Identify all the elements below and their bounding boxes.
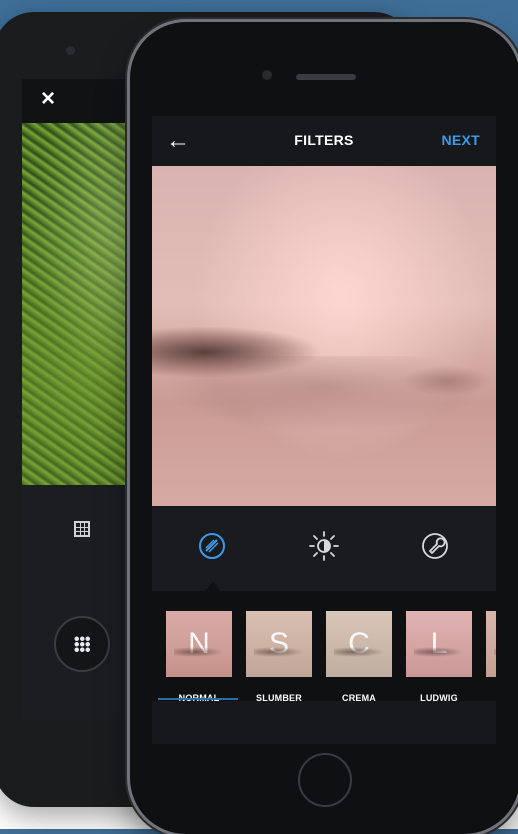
filter-thumbnail: L (406, 611, 472, 677)
tool-selection-pointer (206, 581, 220, 591)
sun-icon (309, 531, 339, 561)
iphone: ← FILTERS NEXT N S SLUMBER C CREMA L LUD… (130, 22, 518, 834)
filter-thumbnail: N (166, 611, 232, 677)
adjust-tool-button[interactable] (415, 526, 455, 566)
filter-thumbnail: C (326, 611, 392, 677)
filter-thumbnail: S (246, 611, 312, 677)
lux-tool-button[interactable] (304, 526, 344, 566)
filter-icon (199, 533, 225, 559)
close-icon[interactable]: × (34, 85, 62, 113)
filter-strip: N NORMAL S SLUMBER C CREMA L LUDWIG (152, 591, 496, 703)
grid-icon[interactable] (74, 521, 90, 537)
editor-nav-bar: ← FILTERS NEXT (152, 116, 496, 166)
filter-item-slumber[interactable]: S SLUMBER (246, 611, 312, 703)
wrench-icon (422, 533, 448, 559)
app-drawer-icon (74, 636, 90, 652)
filter-item-partial[interactable] (486, 611, 496, 677)
android-camera (66, 46, 75, 55)
selected-filter-indicator (158, 698, 238, 700)
edit-tools-bar (152, 506, 496, 591)
filter-item-normal[interactable]: N NORMAL (166, 611, 232, 703)
filter-letter: N (188, 627, 210, 660)
earpiece-speaker (296, 74, 356, 80)
filter-thumbnail (486, 611, 496, 677)
filter-letter: L (430, 627, 448, 660)
filter-item-crema[interactable]: C CREMA (326, 611, 392, 703)
home-button[interactable] (298, 753, 352, 807)
filter-letter: C (348, 627, 370, 660)
front-camera (262, 70, 272, 80)
next-button[interactable]: NEXT (441, 132, 480, 148)
filter-tool-button[interactable] (192, 526, 232, 566)
iphone-screen: ← FILTERS NEXT N S SLUMBER C CREMA L LUD… (152, 116, 496, 744)
preview-fog-right (402, 366, 492, 396)
photo-preview (152, 166, 496, 506)
app-drawer-button[interactable] (54, 616, 110, 672)
filter-item-ludwig[interactable]: L LUDWIG (406, 611, 472, 703)
filter-letter: S (268, 627, 289, 660)
screen-bottom-area (152, 701, 496, 744)
